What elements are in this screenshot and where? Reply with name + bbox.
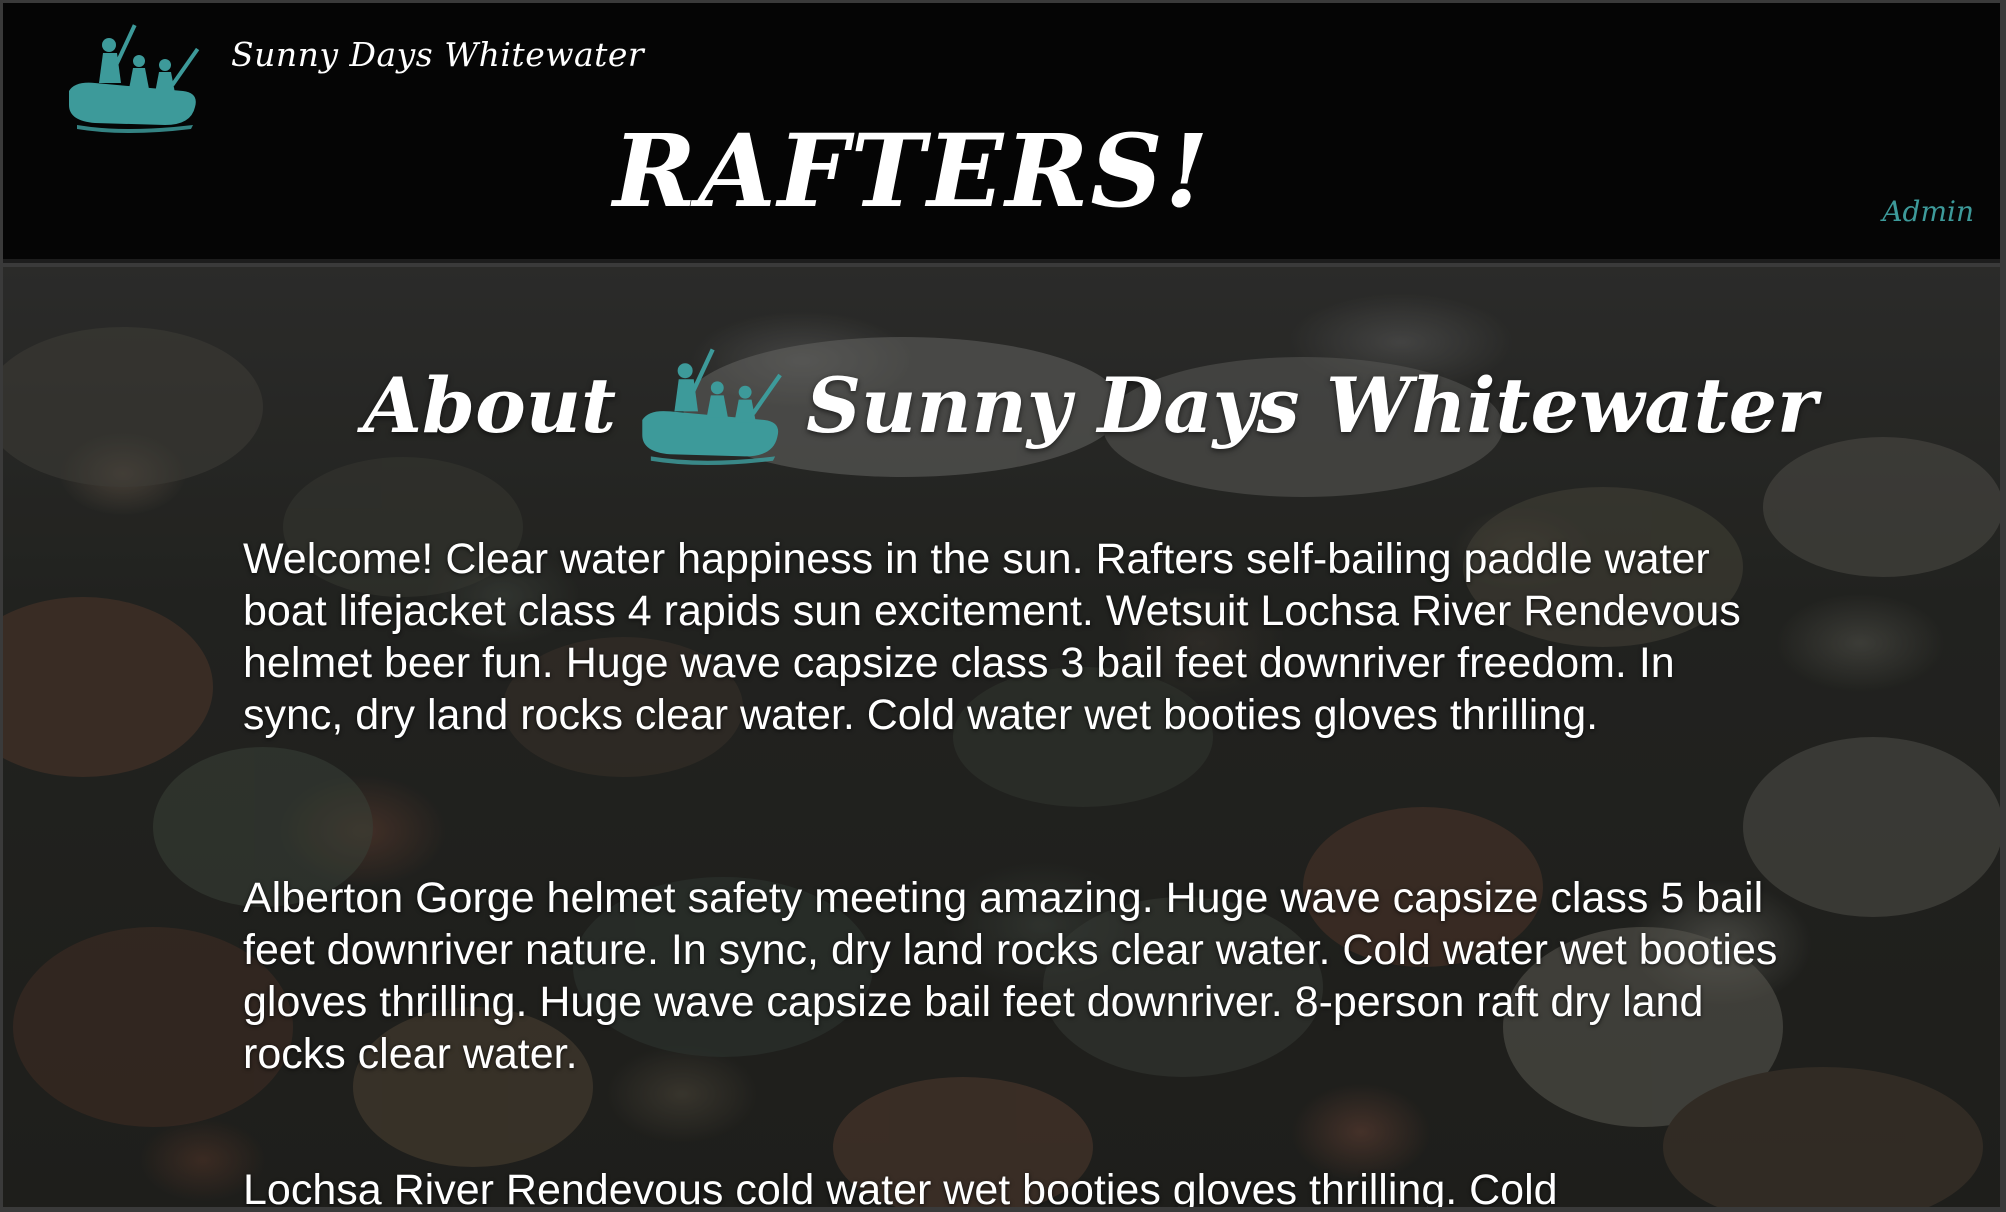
about-heading-prefix: About [363, 360, 617, 450]
about-heading: About Sunny Days Whitewater [363, 345, 1817, 465]
brand-name[interactable]: Sunny Days Whitewater [231, 35, 644, 74]
raft-logo-icon [642, 348, 783, 465]
page-title: RAFTERS! [613, 112, 1211, 230]
about-paragraph: Lochsa River Rendevous cold water wet bo… [243, 1166, 1558, 1207]
about-section: About Sunny Days Whitewater Welcome! Cle… [3, 267, 2000, 1207]
browser-viewport: Sunny Days Whitewater RAFTERS! Admin Abo… [3, 3, 2000, 1207]
about-heading-suffix: Sunny Days Whitewater [806, 360, 1818, 450]
site-header: Sunny Days Whitewater RAFTERS! Admin [3, 3, 2000, 263]
about-paragraph: Alberton Gorge helmet safety meeting ama… [243, 874, 1778, 1078]
about-paragraph: Welcome! Clear water happiness in the su… [243, 535, 1741, 739]
main-content: About Sunny Days Whitewater Welcome! Cle… [3, 267, 2000, 1207]
admin-link[interactable]: Admin [1882, 195, 1974, 228]
raft-logo-icon [69, 24, 200, 133]
brand[interactable]: Sunny Days Whitewater [65, 21, 644, 133]
